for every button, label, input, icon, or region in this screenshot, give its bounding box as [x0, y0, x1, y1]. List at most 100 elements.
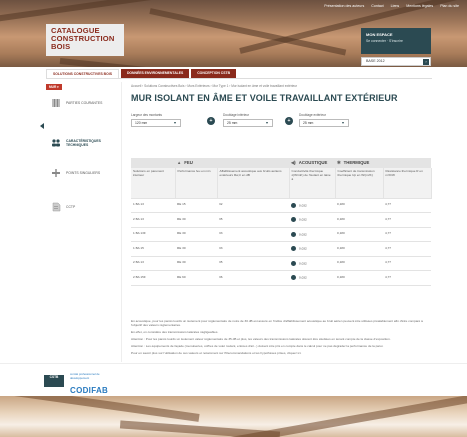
main-tabs: SOLUTIONS CONSTRUCTIVES BOIS DONNÉES ENV… — [46, 69, 237, 78]
tab-environmental-data[interactable]: DONNÉES ENVIRONNEMENTALES — [120, 69, 190, 78]
table-cell: 1 BA 13F — [131, 227, 175, 242]
table-cell: RE 30 — [175, 227, 217, 242]
chevron-down-icon: ▾ — [174, 120, 177, 125]
table-cell: 0,180 — [335, 270, 383, 286]
column-header: Performance feu en min — [175, 168, 218, 199]
table-cell: 0,032 — [289, 212, 335, 228]
table-cell: 36 — [217, 270, 289, 286]
info-dot-icon[interactable] — [291, 260, 296, 266]
top-navigation: Présentation des auteurs Contact Liens M… — [324, 4, 459, 8]
table-cell: 32 — [217, 198, 289, 213]
page-title: MUR ISOLANT EN ÂME ET VOILE TRAVAILLANT … — [131, 93, 398, 103]
table-cell: 4,77 — [383, 256, 431, 271]
go-arrow-icon[interactable]: › — [423, 59, 429, 65]
table-cell: 35 — [217, 256, 289, 271]
site-logo[interactable]: CATALOGUE CONSTRUCTION BOIS — [46, 24, 124, 56]
sidebar-item-cctp[interactable]: CCTP — [50, 200, 120, 214]
tab-solutions[interactable]: SOLUTIONS CONSTRUCTIVES BOIS — [46, 69, 119, 78]
collapse-sidebar-arrow-icon[interactable] — [40, 123, 44, 129]
add-step-icon[interactable]: + — [285, 117, 293, 125]
topnav-link-sitemap[interactable]: Plan du site — [440, 4, 459, 8]
table-cell: 1 BA 15 — [131, 241, 175, 257]
table-cell: 4,77 — [383, 212, 431, 228]
table-cell: RE 30 — [175, 212, 217, 228]
document-icon — [50, 202, 61, 213]
fire-icon: ▲ — [177, 160, 182, 166]
note-paragraph: Attention : Les équipements de façade (m… — [131, 344, 384, 348]
my-space-panel[interactable]: MON ESPACE Se connecter · S'inscrire — [361, 28, 431, 54]
performance-table: ▲ FEU ◀) ACOUSTIQUE ✱ THERMIQUE Solutions e… — [131, 158, 432, 286]
info-dot-icon[interactable] — [291, 275, 296, 281]
add-step-icon[interactable]: + — [207, 117, 215, 125]
note-link-paragraph[interactable]: Pour en savoir plus sur l'utilisation de… — [131, 351, 433, 355]
group-thermal: ✱ THERMIQUE — [335, 158, 431, 168]
sidebar-item-caracteristiques[interactable]: CARACTÉRISTIQUES TECHNIQUES — [50, 136, 120, 150]
chevron-down-icon: ▾ — [266, 120, 269, 125]
topnav-link-authors[interactable]: Présentation des auteurs — [324, 4, 364, 8]
table-cell: 4,77 — [383, 241, 431, 257]
exterior-lining-select[interactable]: 25 mm ▾ — [299, 119, 349, 127]
table-cell: 2 BA 13 — [131, 256, 175, 271]
table-cell: 0,032 — [289, 241, 335, 257]
chevron-down-icon: ▾ — [342, 120, 345, 125]
table-cell: 33 — [217, 241, 289, 257]
thermometer-icon: ✱ — [337, 160, 341, 166]
tab-divider — [46, 78, 432, 79]
codifab-logo[interactable]: comité professionnel de développement CO… — [70, 372, 108, 395]
cstb-logo[interactable]: CSTB — [44, 375, 64, 387]
table-cell: 1 BA 13 — [131, 198, 175, 213]
column-header: Solutions en parement intérieur — [131, 168, 176, 199]
column-header-row: Solutions en parement intérieur Performa… — [131, 168, 432, 199]
base-select[interactable]: BASE 2012 › — [361, 57, 431, 66]
table-cell: 0,180 — [335, 227, 383, 242]
info-dot-icon[interactable] — [291, 246, 296, 252]
table-cell: RE 15 — [175, 198, 217, 213]
table-cell: 2 BA 13 — [131, 212, 175, 228]
table-cell: 4,77 — [383, 198, 431, 213]
filter-stud-width: Largeur des montants 120 mm ▾ — [131, 113, 181, 127]
login-signup-link[interactable]: Se connecter · S'inscrire — [366, 39, 426, 43]
page: Présentation des auteurs Contact Liens M… — [0, 0, 467, 437]
note-paragraph: Attention : Pour les parois lourds un is… — [131, 337, 391, 341]
table-cell: 0,032 — [289, 270, 335, 286]
tab-cstb-design[interactable]: CONCEPTION CSTB — [191, 69, 237, 78]
table-cell: 0,180 — [335, 198, 383, 213]
topnav-link-legal[interactable]: Mentions légales — [406, 4, 433, 8]
table-row: 2 BA 13 RE 30 35 0,032 0,180 4,77 — [131, 212, 431, 228]
column-header: Coefficient de transmission thermique Up… — [335, 168, 384, 199]
group-acoustic: ◀) ACOUSTIQUE — [289, 158, 335, 168]
note-paragraph: En acoustique, pour les parois lourds un… — [131, 319, 423, 327]
info-dot-icon[interactable] — [291, 202, 296, 208]
topnav-link-contact[interactable]: Contact — [371, 4, 383, 8]
column-header: Conductivité thermique λ(W/mK) de l'isol… — [289, 168, 336, 199]
topnav-link-links[interactable]: Liens — [391, 4, 400, 8]
table-cell: 4,77 — [383, 227, 431, 242]
sidebar-item-parties-courantes[interactable]: PARTIES COURANTES — [50, 96, 120, 110]
filter-exterior-lining: Doublage extérieur 25 mm ▾ — [299, 113, 349, 127]
column-header: Résistance thermique R en m²K/W — [383, 168, 432, 199]
group-fire: ▲ FEU — [175, 158, 289, 168]
table-cell: 0,032 — [289, 227, 335, 242]
table-cell: 0,032 — [289, 198, 335, 213]
table-cell: 4,77 — [383, 270, 431, 286]
joint-detail-icon — [50, 168, 61, 179]
footer-divider — [0, 363, 467, 364]
filter-bar: Largeur des montants 120 mm ▾ + Doublage… — [131, 113, 431, 133]
table-cell: 0,180 — [335, 241, 383, 257]
table-cell: RE 30 — [175, 241, 217, 257]
table-cell: RE 30 — [175, 256, 217, 271]
table-cell: 35 — [217, 212, 289, 228]
table-cell: 0,032 — [289, 256, 335, 271]
interior-lining-select[interactable]: 25 mm ▾ — [223, 119, 273, 127]
footer-banner-image — [0, 396, 467, 437]
wall-category-badge[interactable]: MUR ▾ — [46, 84, 62, 90]
table-row: 2 BA 13 RE 30 35 0,032 0,180 4,77 — [131, 256, 431, 271]
info-dot-icon[interactable] — [291, 217, 296, 223]
stud-width-select[interactable]: 120 mm ▾ — [131, 119, 181, 127]
main-content: Accueil › Solutions Constructives Bois ›… — [131, 84, 432, 286]
table-cell: 33 — [217, 227, 289, 242]
info-dot-icon[interactable] — [291, 231, 296, 237]
sidebar-item-points-singuliers[interactable]: POINTS SINGULIERS — [50, 166, 120, 180]
table-cell: 2 BA 15F — [131, 270, 175, 286]
column-header: Affaiblissement acoustique aux bruits aé… — [217, 168, 290, 199]
